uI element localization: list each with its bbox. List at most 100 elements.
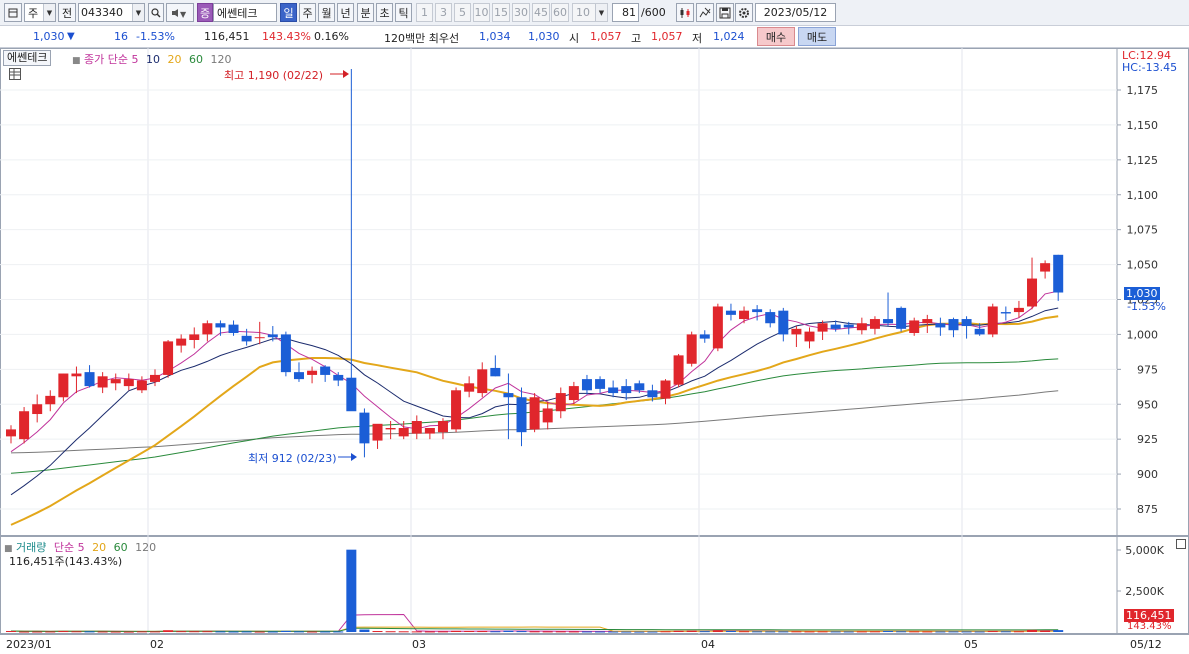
- period-prefix-select[interactable]: 주 ▼: [24, 3, 56, 22]
- volume-bar: [333, 631, 344, 633]
- chart-menu-icon[interactable]: [4, 3, 22, 22]
- candle-body: [32, 404, 43, 415]
- candle-body: [385, 427, 396, 430]
- volume-bar: [555, 631, 566, 633]
- candle-body: [712, 306, 723, 349]
- prev-button[interactable]: 전: [58, 3, 76, 22]
- volume-bar: [765, 631, 776, 633]
- tab-period-week[interactable]: 주: [299, 3, 316, 22]
- interval-3[interactable]: 3: [435, 3, 452, 22]
- buy-button[interactable]: 매수: [757, 27, 795, 46]
- tab-period-year[interactable]: 년: [337, 3, 354, 22]
- vol-ma-120-label: 120: [135, 541, 157, 554]
- candle-body: [45, 395, 56, 405]
- high-arrow-head: [343, 70, 349, 78]
- candle-type-icon[interactable]: [676, 3, 694, 22]
- tab-period-minute[interactable]: 분: [357, 3, 374, 22]
- volume-bar: [1013, 631, 1024, 633]
- volume-ratio: 143.43%: [262, 30, 311, 43]
- tab-period-second[interactable]: 초: [376, 3, 393, 22]
- stock-name-field[interactable]: 에쎈테크: [213, 3, 277, 22]
- candle-body: [267, 334, 278, 338]
- price-tick-label: 1,075: [1127, 224, 1159, 237]
- candle-body: [477, 369, 488, 394]
- prev-label: 전: [61, 6, 73, 20]
- volume-bar: [215, 631, 226, 633]
- stock-name-value: 에쎈테크: [217, 6, 258, 20]
- volume-bar: [595, 631, 606, 633]
- volume-bar: [6, 630, 16, 632]
- interval-15[interactable]: 15: [492, 3, 510, 22]
- interval-1[interactable]: 1: [416, 3, 433, 22]
- ma-20-label: 20: [167, 53, 182, 66]
- stock-tag[interactable]: 에쎈테크: [3, 50, 52, 66]
- candle-body: [595, 379, 606, 389]
- table-icon[interactable]: [9, 68, 21, 80]
- price-tick-label: 1,050: [1127, 259, 1159, 272]
- interval-30[interactable]: 30: [512, 3, 530, 22]
- candle-body: [581, 379, 592, 391]
- indicator-icon[interactable]: [696, 3, 714, 22]
- gear-icon[interactable]: [735, 3, 753, 22]
- ma-5-label: 5: [131, 53, 139, 66]
- interval-45[interactable]: 45: [532, 3, 550, 22]
- volume-bar: [778, 631, 789, 633]
- volume-bar: [202, 631, 213, 633]
- volume-bar: [699, 631, 710, 633]
- chevron-down-icon: ▼: [43, 4, 55, 21]
- volume-bar: [19, 631, 30, 633]
- stock-code-input[interactable]: 043340 ▼: [78, 3, 145, 22]
- tab-period-day[interactable]: 일: [280, 3, 297, 22]
- price-tick-label: 900: [1137, 468, 1158, 481]
- candle-body: [254, 337, 265, 339]
- tab-period-month[interactable]: 월: [318, 3, 335, 22]
- x-label-end: 05/12: [1130, 638, 1162, 651]
- x-label-may: 05: [964, 638, 978, 651]
- volume-bar: [725, 631, 736, 633]
- interval-select[interactable]: 10 ▼: [572, 3, 608, 22]
- save-icon[interactable]: [716, 3, 734, 22]
- volume-bar: [477, 631, 488, 633]
- volume-bar: [385, 631, 396, 633]
- candle-body: [778, 310, 789, 335]
- volume-bar: [424, 631, 435, 633]
- volume-bar: [529, 631, 540, 633]
- interval-5[interactable]: 5: [454, 3, 471, 22]
- volume-chart[interactable]: 2,500K 5,000K: [0, 536, 1189, 634]
- tab-period-tick[interactable]: 틱: [395, 3, 412, 22]
- candle-body: [97, 376, 108, 388]
- price-chart[interactable]: 8759009259509751,0001,0251,0501,0751,100…: [0, 48, 1189, 536]
- candle-body: [320, 366, 331, 375]
- volume-bar: [1027, 629, 1038, 632]
- date-input[interactable]: 2023/05/12: [755, 3, 836, 22]
- candle-body: [529, 397, 540, 430]
- open-label: 시: [569, 32, 580, 45]
- candle-body: [555, 393, 566, 412]
- volume-bar: [922, 631, 933, 633]
- volume-bar: [451, 630, 462, 632]
- price-tick-label: 1,125: [1127, 154, 1159, 167]
- candle-body: [765, 312, 776, 324]
- panel-maximize-icon[interactable]: [1176, 539, 1186, 549]
- interval-60[interactable]: 60: [551, 3, 569, 22]
- best-bid: 1,030: [528, 30, 560, 43]
- sell-button[interactable]: 매도: [798, 27, 836, 46]
- candle-body: [1013, 307, 1024, 313]
- volume-bar: [961, 631, 972, 633]
- volume-bar: [176, 631, 187, 633]
- volume-bar: [411, 631, 422, 633]
- candle-body: [843, 324, 854, 328]
- candle-body: [123, 379, 134, 387]
- candle-body: [1000, 312, 1011, 314]
- candle-body: [699, 334, 710, 339]
- speaker-icon[interactable]: ▼: [166, 3, 194, 22]
- volume-bar: [948, 631, 959, 633]
- search-icon[interactable]: [148, 3, 164, 22]
- interval-10[interactable]: 10: [473, 3, 490, 22]
- volume-bar: [32, 631, 43, 633]
- candle-body: [411, 421, 422, 434]
- volume-bar: [581, 631, 592, 633]
- ma-10-label: 10: [146, 53, 160, 66]
- data-count-input[interactable]: 81: [612, 3, 639, 22]
- candle-body: [280, 334, 291, 373]
